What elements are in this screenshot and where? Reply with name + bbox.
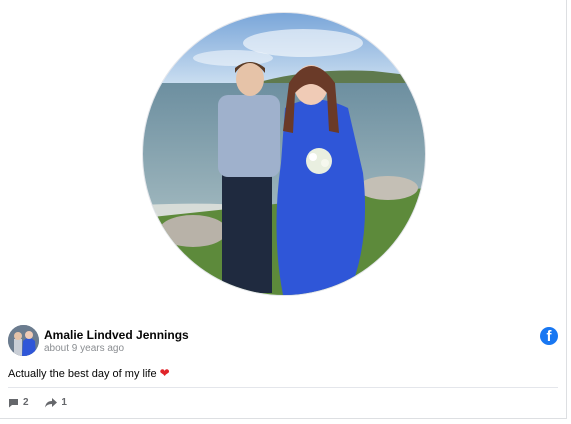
post-photo[interactable] (143, 13, 425, 295)
avatar-image (8, 325, 39, 356)
share-arrow-icon (45, 397, 58, 407)
post-header: Amalie Lindved Jennings about 9 years ag… (8, 325, 558, 357)
post-message: Actually the best day of my life (8, 368, 157, 380)
comments-count: 2 (23, 397, 29, 408)
couple-photo-image (143, 13, 425, 295)
comment-bubble-icon (9, 398, 18, 407)
comments-stat[interactable]: 2 (8, 397, 29, 408)
red-heart-icon: ❤ (159, 366, 170, 380)
avatar[interactable] (8, 325, 39, 356)
post-timestamp[interactable]: about 9 years ago (44, 343, 124, 354)
shares-stat[interactable]: 1 (45, 397, 67, 408)
post-stats: 2 1 (8, 397, 81, 411)
shares-count: 1 (61, 397, 67, 408)
post-card: Amalie Lindved Jennings about 9 years ag… (0, 0, 567, 419)
facebook-logo-icon[interactable]: f (540, 327, 558, 345)
divider (8, 387, 558, 388)
post-text: Actually the best day of my life ❤ (8, 366, 170, 380)
author-name[interactable]: Amalie Lindved Jennings (44, 328, 189, 342)
man-figure (218, 62, 280, 293)
